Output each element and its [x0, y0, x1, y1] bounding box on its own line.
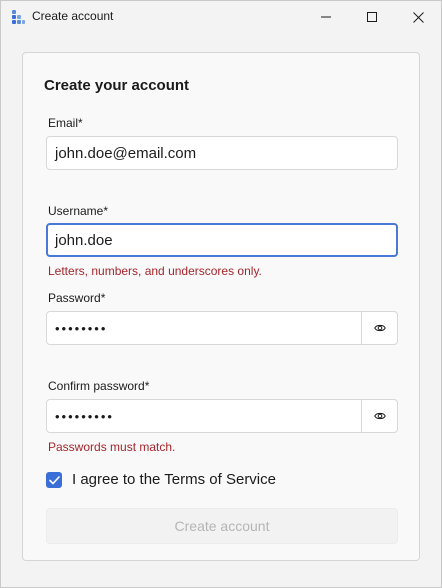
password-input[interactable]: ••••••••	[46, 311, 362, 345]
maximize-icon	[367, 12, 377, 22]
title-bar: Create account	[1, 1, 441, 33]
confirm-password-error: Passwords must match.	[48, 440, 176, 454]
username-hint: Letters, numbers, and underscores only.	[48, 264, 262, 278]
show-password-button[interactable]	[361, 311, 398, 345]
username-label: Username*	[48, 204, 109, 218]
confirm-password-label: Confirm password*	[48, 379, 150, 393]
email-input-value: john.doe@email.com	[55, 144, 197, 162]
email-input[interactable]: john.doe@email.com	[46, 136, 398, 170]
form-heading: Create your account	[44, 77, 190, 94]
terms-checkbox[interactable]	[46, 472, 62, 488]
password-label: Password*	[48, 291, 106, 305]
signup-form-card: Create your account Email* john.doe@emai…	[22, 52, 420, 561]
terms-label[interactable]: I agree to the Terms of Service	[72, 471, 276, 488]
app-window: Create account Create your account Email…	[0, 0, 442, 588]
confirm-password-input-value: •••••••••	[55, 408, 114, 424]
show-confirm-password-button[interactable]	[361, 399, 398, 433]
minimize-button[interactable]	[303, 1, 349, 33]
close-button[interactable]	[395, 1, 441, 33]
eye-icon	[373, 324, 386, 332]
checkmark-icon	[48, 475, 60, 484]
username-input[interactable]: john.doe	[46, 223, 398, 257]
window-title: Create account	[32, 9, 114, 23]
username-input-value: john.doe	[55, 231, 113, 249]
maximize-button[interactable]	[349, 1, 395, 33]
password-input-value: ••••••••	[55, 320, 108, 336]
minimize-icon	[321, 16, 331, 18]
create-account-button[interactable]: Create account	[46, 508, 398, 544]
email-label: Email*	[48, 116, 83, 130]
app-logo-icon	[12, 10, 25, 24]
eye-icon	[373, 412, 386, 420]
close-icon	[412, 11, 424, 23]
confirm-password-input[interactable]: •••••••••	[46, 399, 362, 433]
